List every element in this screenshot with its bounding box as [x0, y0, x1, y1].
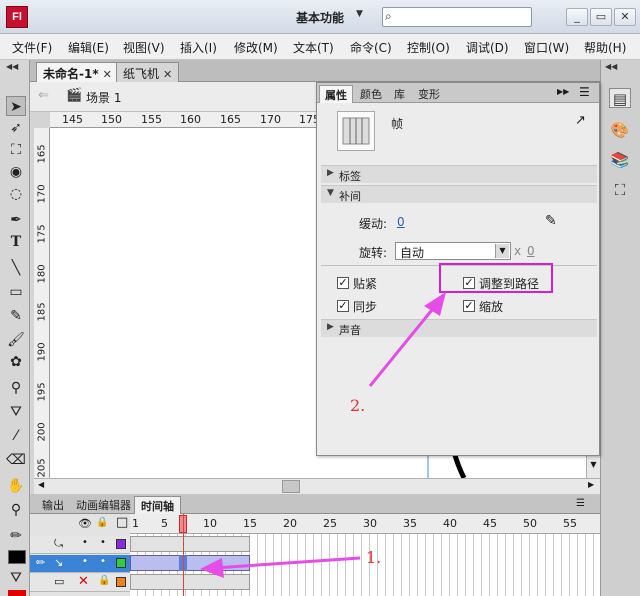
annotation-step-2: 2.	[350, 396, 366, 415]
annotation-arrows	[200, 292, 446, 578]
flash-app-window: Fl 基本功能 ▼ ⌕ _ ▭ ✕ 文件(F) 编辑(E) 视图(V) 插入(I…	[0, 0, 640, 596]
annotation-step-1: 1.	[366, 548, 382, 567]
